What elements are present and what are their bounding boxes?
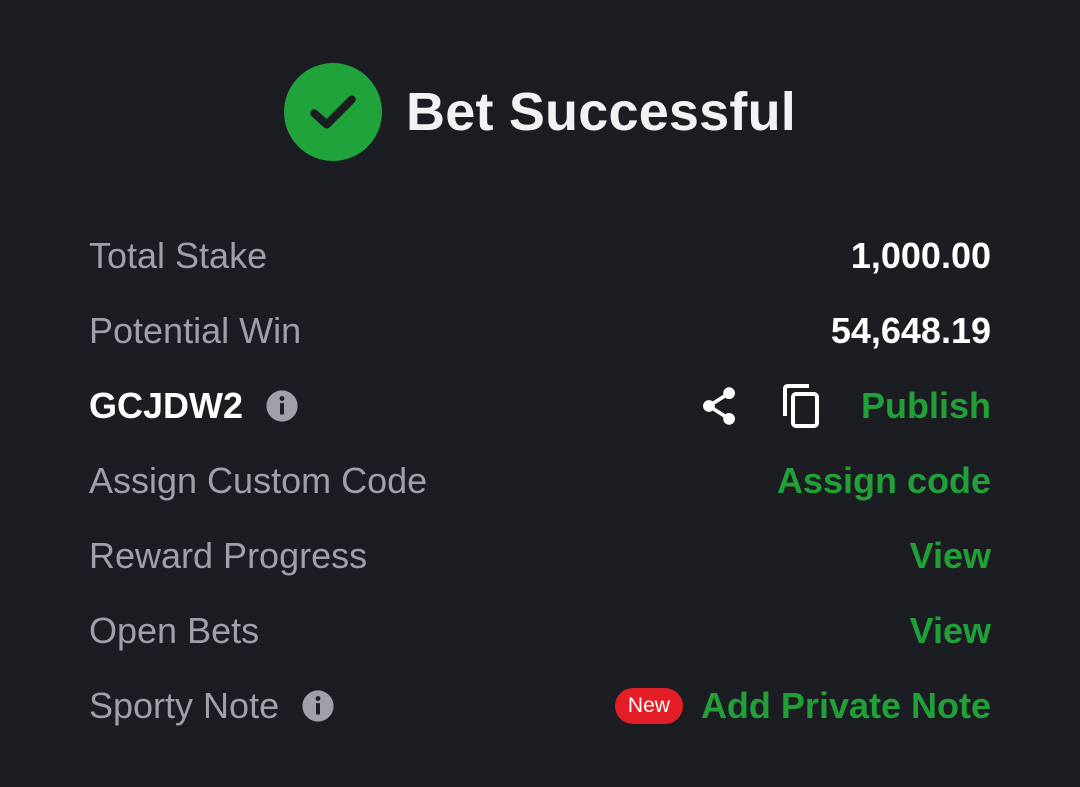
add-private-note-button[interactable]: Add Private Note bbox=[701, 685, 991, 727]
sporty-note-label: Sporty Note bbox=[89, 684, 280, 726]
total-stake-label: Total Stake bbox=[89, 234, 268, 276]
total-stake-value: 1,000.00 bbox=[850, 234, 991, 276]
open-bets-view-button[interactable]: View bbox=[910, 610, 991, 652]
assign-code-button[interactable]: Assign code bbox=[777, 460, 991, 502]
copy-icon[interactable] bbox=[779, 382, 823, 430]
info-icon[interactable] bbox=[265, 389, 299, 423]
potential-win-row: Potential Win 54,648.19 bbox=[89, 293, 991, 368]
new-badge: New bbox=[614, 687, 683, 724]
reward-progress-row: Reward Progress View bbox=[89, 518, 991, 593]
share-icon[interactable] bbox=[697, 384, 741, 428]
booking-code: GCJDW2 bbox=[89, 384, 244, 426]
open-bets-row: Open Bets View bbox=[89, 593, 991, 668]
custom-code-label: Assign Custom Code bbox=[89, 459, 428, 501]
success-header: Bet Successful bbox=[0, 62, 1080, 162]
booking-code-row: GCJDW2 Publish bbox=[89, 368, 991, 443]
open-bets-label: Open Bets bbox=[89, 609, 260, 651]
bet-summary: Total Stake 1,000.00 Potential Win 54,64… bbox=[89, 218, 991, 743]
page-title: Bet Successful bbox=[406, 82, 796, 142]
custom-code-row: Assign Custom Code Assign code bbox=[89, 443, 991, 518]
total-stake-row: Total Stake 1,000.00 bbox=[89, 218, 991, 293]
check-circle-icon bbox=[284, 63, 383, 161]
sporty-note-row: Sporty Note New Add Private Note bbox=[89, 668, 991, 743]
potential-win-label: Potential Win bbox=[89, 309, 302, 351]
publish-button[interactable]: Publish bbox=[861, 385, 991, 427]
reward-progress-label: Reward Progress bbox=[89, 534, 368, 576]
info-icon[interactable] bbox=[301, 689, 335, 723]
reward-progress-view-button[interactable]: View bbox=[910, 535, 991, 577]
potential-win-value: 54,648.19 bbox=[830, 309, 991, 351]
